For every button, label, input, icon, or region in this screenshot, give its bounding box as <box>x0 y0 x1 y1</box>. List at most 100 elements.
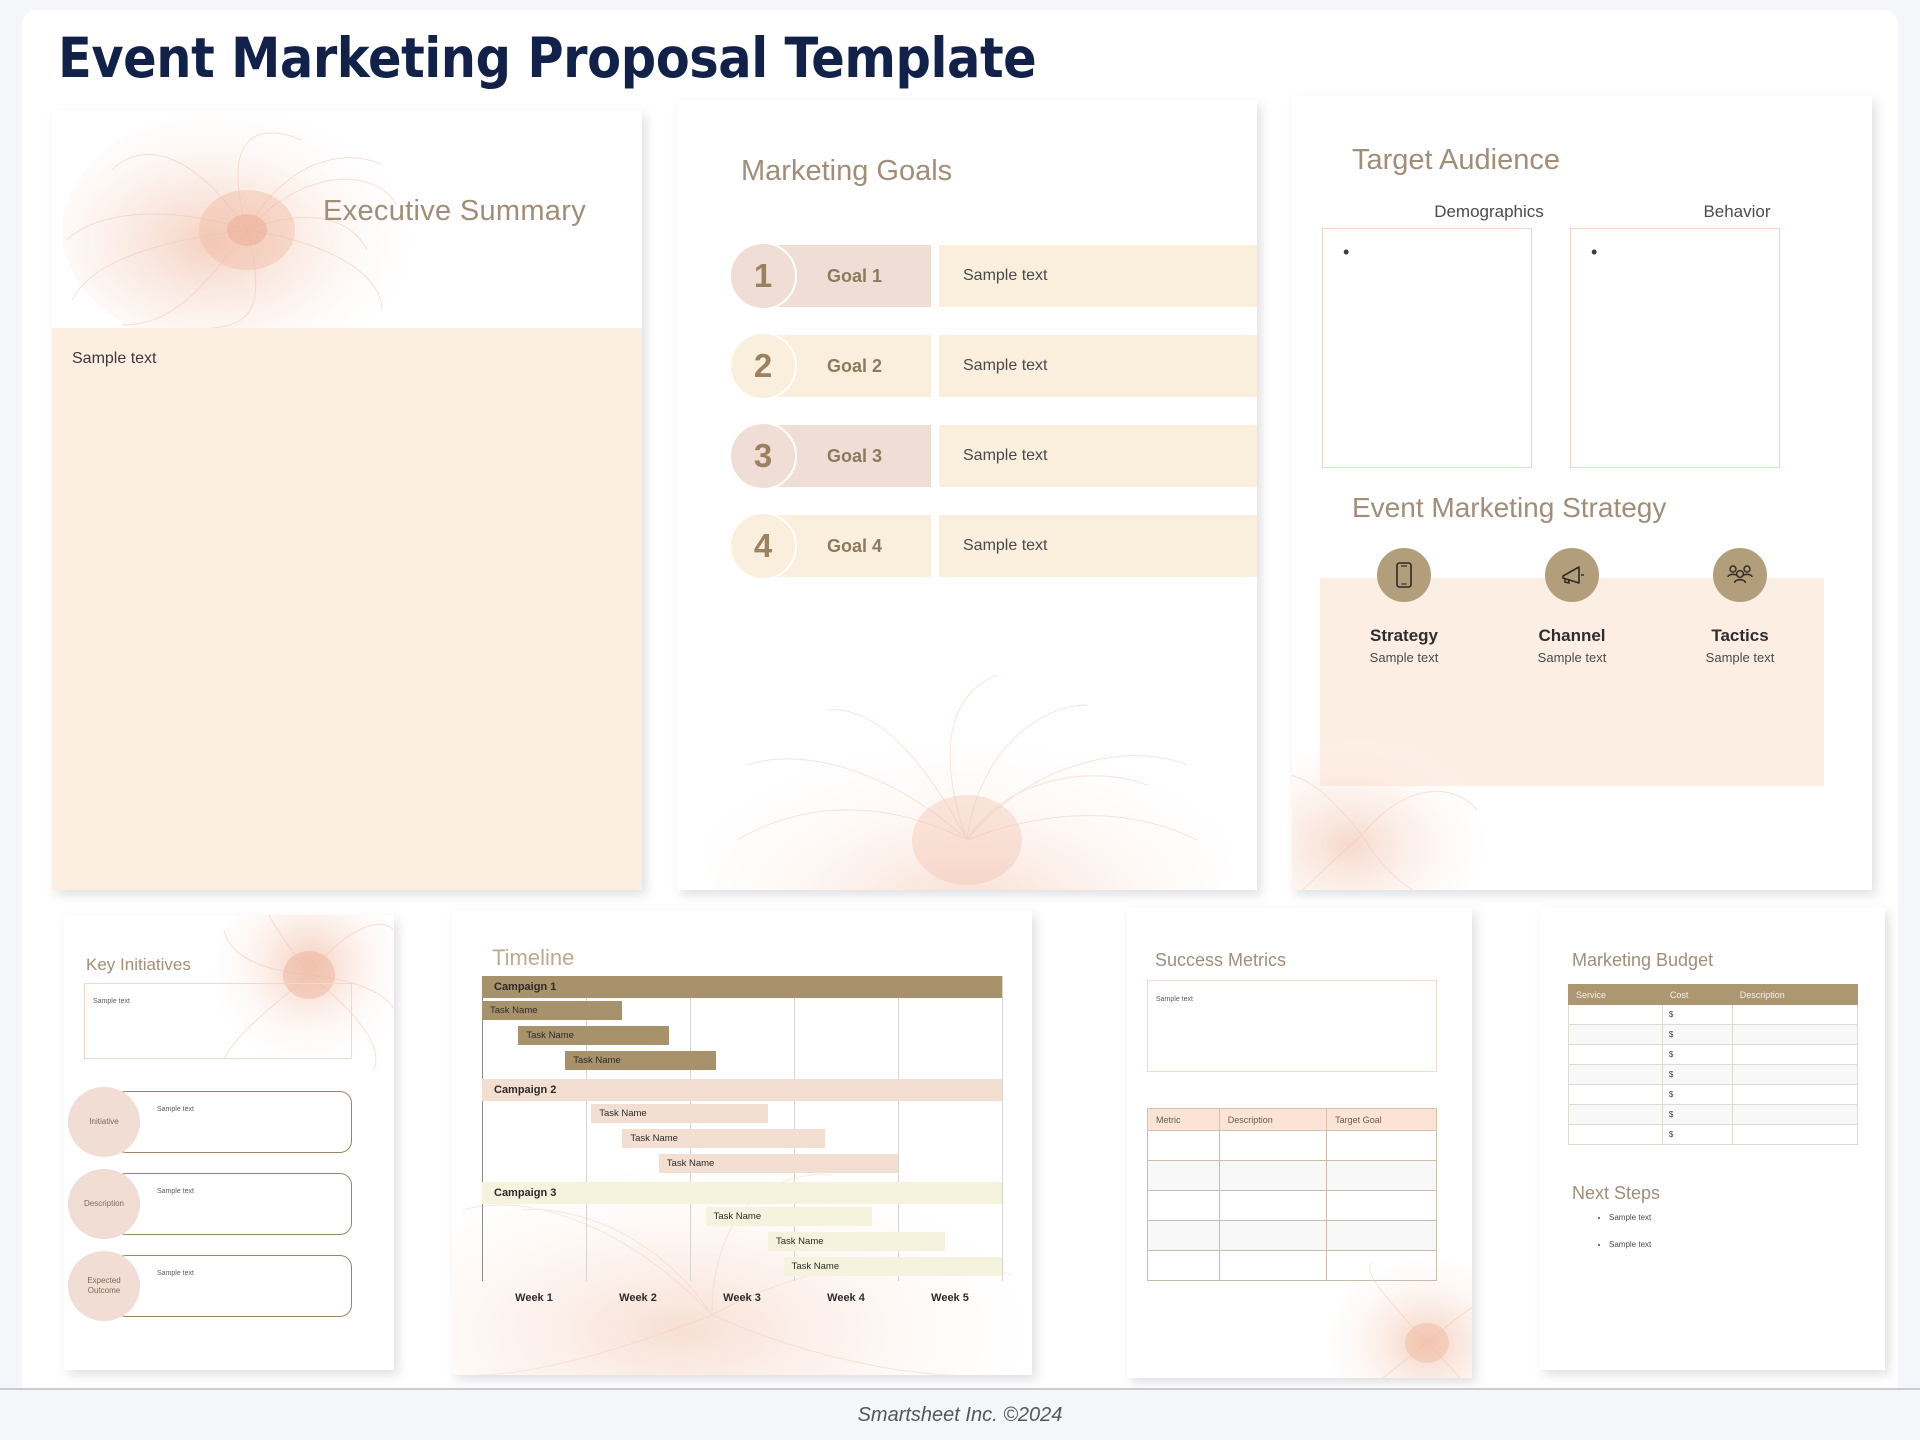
key-initiative-row[interactable]: Sample text Description <box>68 1169 352 1239</box>
goal-sample-text[interactable]: Sample text <box>939 335 1257 397</box>
floral-decoration-icon <box>702 674 1232 890</box>
table-cell-description[interactable] <box>1731 1124 1859 1145</box>
timeline-task-bar[interactable]: Task Name <box>658 1154 898 1173</box>
timeline-task-bar[interactable]: Task Name <box>482 1001 623 1020</box>
demographics-input-box[interactable]: • <box>1322 228 1532 468</box>
success-metrics-table-body[interactable] <box>1147 1130 1437 1281</box>
timeline-task-bar[interactable]: Task Name <box>622 1129 826 1148</box>
next-steps-item[interactable]: Sample text <box>1609 1240 1651 1249</box>
goal-row[interactable]: Goal 2 2 Sample text <box>729 332 1257 400</box>
behavior-input-box[interactable]: • <box>1570 228 1780 468</box>
megaphone-icon <box>1545 548 1599 602</box>
timeline-campaign-band[interactable]: Campaign 2 <box>482 1079 1002 1101</box>
timeline-task-bar[interactable]: Task Name <box>783 1257 1002 1276</box>
table-row[interactable] <box>1147 1250 1437 1281</box>
table-cell[interactable] <box>1218 1250 1328 1281</box>
table-row[interactable] <box>1147 1190 1437 1221</box>
table-cell[interactable] <box>1147 1220 1220 1251</box>
next-steps-title: Next Steps <box>1572 1183 1661 1203</box>
timeline-task-bar[interactable]: Task Name <box>591 1104 768 1123</box>
table-cell-service[interactable] <box>1568 1084 1663 1105</box>
success-metrics-note-box[interactable]: Sample text <box>1147 980 1437 1072</box>
key-initiatives-note-box[interactable]: Sample text <box>84 983 352 1059</box>
timeline-campaign-band[interactable]: Campaign 1 <box>482 976 1002 998</box>
table-cell-service[interactable] <box>1568 1024 1663 1045</box>
table-cell[interactable] <box>1326 1160 1437 1191</box>
table-cell[interactable] <box>1147 1250 1220 1281</box>
table-cell-cost[interactable]: $ <box>1661 1104 1733 1125</box>
table-cell-description[interactable] <box>1731 1104 1859 1125</box>
table-cell[interactable] <box>1218 1190 1328 1221</box>
channel-panel[interactable]: Channel Sample text <box>1488 578 1656 786</box>
marketing-budget-table-body[interactable]: $ $ $ $ $ $ $ <box>1568 1004 1859 1145</box>
timeline-task-bar[interactable]: Task Name <box>518 1026 670 1045</box>
table-cell[interactable] <box>1218 1130 1328 1161</box>
table-row[interactable] <box>1147 1130 1437 1161</box>
table-cell[interactable] <box>1326 1250 1437 1281</box>
key-initiative-row[interactable]: Sample text Expected Outcome <box>68 1251 352 1321</box>
table-cell[interactable] <box>1326 1220 1437 1251</box>
strategy-sample-text: Sample text <box>1369 650 1439 665</box>
key-initiative-field[interactable]: Sample text <box>114 1173 352 1235</box>
table-row[interactable]: $ <box>1568 1064 1859 1085</box>
key-initiative-field[interactable]: Sample text <box>114 1091 352 1153</box>
table-cell-service[interactable] <box>1568 1044 1663 1065</box>
timeline-week-label: Week 1 <box>515 1292 553 1304</box>
key-initiative-field[interactable]: Sample text <box>114 1255 352 1317</box>
table-cell-cost[interactable]: $ <box>1661 1084 1733 1105</box>
timeline-campaign-band[interactable]: Campaign 3 <box>482 1182 1002 1204</box>
key-initiatives-note-text: Sample text <box>93 998 130 1005</box>
timeline-task-bar[interactable]: Task Name <box>768 1232 945 1251</box>
key-initiative-label: Description <box>68 1169 140 1239</box>
table-cell-description[interactable] <box>1731 1024 1859 1045</box>
table-row[interactable]: $ <box>1568 1024 1859 1045</box>
table-row[interactable] <box>1147 1220 1437 1251</box>
timeline-task-bar[interactable]: Task Name <box>705 1207 872 1226</box>
goal-sample-text[interactable]: Sample text <box>939 515 1257 577</box>
table-cell-service[interactable] <box>1568 1004 1663 1025</box>
table-cell-description[interactable] <box>1731 1064 1859 1085</box>
table-cell-description[interactable] <box>1731 1044 1859 1065</box>
table-cell[interactable] <box>1218 1160 1328 1191</box>
table-row[interactable]: $ <box>1568 1104 1859 1125</box>
table-row[interactable]: $ <box>1568 1084 1859 1105</box>
success-metrics-table[interactable]: Metric Description Target Goal <box>1147 1108 1437 1281</box>
table-row[interactable]: $ <box>1568 1044 1859 1065</box>
table-cell-cost[interactable]: $ <box>1661 1004 1733 1025</box>
table-cell[interactable] <box>1326 1190 1437 1221</box>
timeline-week-label: Week 3 <box>723 1292 761 1304</box>
target-audience-column-label-demographics: Demographics <box>1434 202 1544 221</box>
marketing-budget-table[interactable]: Service Cost Description $ $ $ $ $ $ $ <box>1568 984 1859 1145</box>
table-cell-service[interactable] <box>1568 1104 1663 1125</box>
goal-row[interactable]: Goal 4 4 Sample text <box>729 512 1257 580</box>
goal-sample-text[interactable]: Sample text <box>939 245 1257 307</box>
timeline-task-bar[interactable]: Task Name <box>565 1051 716 1070</box>
executive-summary-body[interactable]: Sample text <box>52 328 642 890</box>
table-cell[interactable] <box>1147 1190 1220 1221</box>
goal-row[interactable]: Goal 3 3 Sample text <box>729 422 1257 490</box>
key-initiatives-card: Key Initiatives Sample text Sample text I… <box>64 915 394 1370</box>
table-cell-cost[interactable]: $ <box>1661 1044 1733 1065</box>
executive-summary-body-text: Sample text <box>72 350 157 367</box>
table-cell-description[interactable] <box>1731 1004 1859 1025</box>
goal-sample-text[interactable]: Sample text <box>939 425 1257 487</box>
table-cell[interactable] <box>1147 1160 1220 1191</box>
table-cell[interactable] <box>1218 1220 1328 1251</box>
tactics-panel[interactable]: Tactics Sample text <box>1656 578 1824 786</box>
table-cell[interactable] <box>1147 1130 1220 1161</box>
table-cell-service[interactable] <box>1568 1124 1663 1145</box>
next-steps-item[interactable]: Sample text <box>1609 1213 1651 1222</box>
table-cell-cost[interactable]: $ <box>1661 1124 1733 1145</box>
table-cell-service[interactable] <box>1568 1064 1663 1085</box>
table-row[interactable]: $ <box>1568 1004 1859 1025</box>
timeline-gantt-chart: Campaign 1 Task Name Task Name Task Name Cam… <box>482 976 1003 1314</box>
table-cell-cost[interactable]: $ <box>1661 1064 1733 1085</box>
table-cell-description[interactable] <box>1731 1084 1859 1105</box>
key-initiative-row[interactable]: Sample text Initiative <box>68 1087 352 1157</box>
table-row[interactable] <box>1147 1160 1437 1191</box>
goal-row[interactable]: Goal 1 1 Sample text <box>729 242 1257 310</box>
table-row[interactable]: $ <box>1568 1124 1859 1145</box>
next-steps-list: Sample text Sample text <box>1595 1213 1651 1267</box>
table-cell-cost[interactable]: $ <box>1661 1024 1733 1045</box>
table-cell[interactable] <box>1326 1130 1437 1161</box>
